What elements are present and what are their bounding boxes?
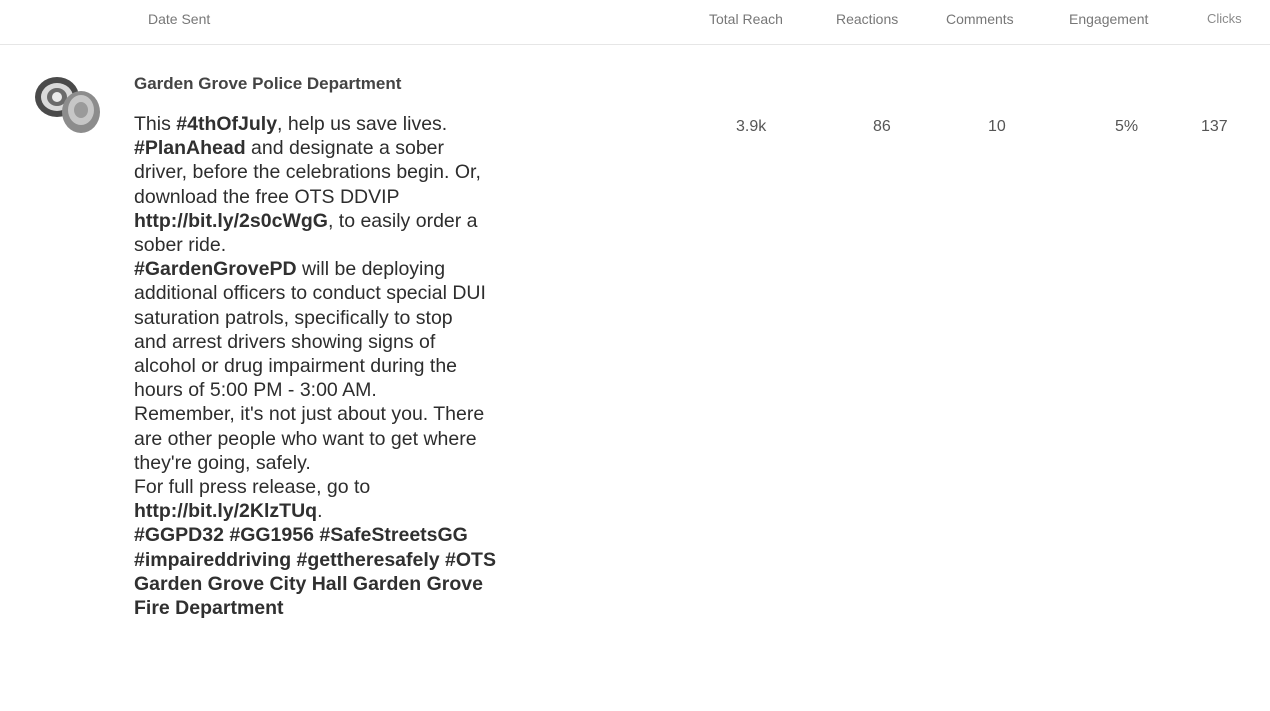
post-text-line: Fire Department <box>134 596 584 620</box>
post-text-line: are other people who want to get where <box>134 427 584 451</box>
post-text-segment: For full press release, go to <box>134 476 371 499</box>
post-text-segment: and designate a sober <box>245 137 445 160</box>
post-text-segment: are other people who want to get where <box>134 427 477 450</box>
post-text-line: #PlanAhead and designate a sober <box>134 136 584 160</box>
post-text-segment: alcohol or drug impairment during the <box>134 355 458 378</box>
post-text-segment: driver, before the celebrations begin. O… <box>134 161 481 184</box>
post-text-segment: sober ride. <box>134 234 227 257</box>
post-text-line: Garden Grove City Hall Garden Grove <box>134 572 584 596</box>
post-text: This #4thOfJuly, help us save lives. #Pla… <box>134 112 584 620</box>
post-text-line: driver, before the celebrations begin. O… <box>134 160 584 184</box>
post-highlight[interactable]: Garden Grove City Hall Garden Grove <box>134 573 483 595</box>
post-highlight[interactable]: #PlanAhead <box>134 137 246 159</box>
post-text-line: #GGPD32 #GG1956 #SafeStreetsGG <box>134 523 584 547</box>
metric-reactions: 86 <box>873 118 891 135</box>
post-text-segment: will be deploying <box>296 258 446 281</box>
post-highlight[interactable]: Fire Department <box>134 597 284 619</box>
metric-clicks: 137 <box>1201 118 1228 135</box>
post-text-segment: , to easily order a <box>327 209 478 232</box>
column-header-comments[interactable]: Comments <box>946 11 1014 27</box>
avatar[interactable] <box>33 72 103 134</box>
post-text-segment: , help us save lives. <box>277 113 448 135</box>
post-highlight[interactable]: http://bit.ly/2KlzTUq <box>134 500 317 522</box>
post-highlight[interactable]: #GGPD32 #GG1956 #SafeStreetsGG <box>134 524 468 546</box>
column-header-reactions[interactable]: Reactions <box>836 11 898 27</box>
post-text-line: saturation patrols, specifically to stop <box>134 306 584 330</box>
post-text-segment: hours of 5:00 PM - 3:00 AM. <box>134 379 377 402</box>
post-text-line: download the free OTS DDVIP <box>134 185 584 209</box>
post-text-line: http://bit.ly/2s0cWgG, to easily order a <box>134 209 584 233</box>
metric-comments: 10 <box>988 118 1006 135</box>
post-text-line: alcohol or drug impairment during the <box>134 354 584 378</box>
police-badge-icon <box>35 77 100 133</box>
post-text-line: Remember, it's not just about you. There <box>134 402 584 426</box>
post-text-line: and arrest drivers showing signs of <box>134 330 584 354</box>
post-text-segment: saturation patrols, specifically to stop <box>134 306 453 329</box>
post-text-line: #GardenGrovePD will be deploying <box>134 257 584 281</box>
column-header-date-sent[interactable]: Date Sent <box>148 11 210 27</box>
metric-total-reach: 3.9k <box>736 118 767 135</box>
column-header-engagement[interactable]: Engagement <box>1069 11 1148 27</box>
table-row[interactable]: Garden Grove Police Department This #4th… <box>0 44 1270 711</box>
column-header-clicks[interactable]: Clicks <box>1207 11 1242 26</box>
post-highlight[interactable]: #impaireddriving #gettheresafely #OTS <box>134 549 496 571</box>
page-name[interactable]: Garden Grove Police Department <box>134 74 401 94</box>
metric-engagement: 5% <box>1115 118 1139 135</box>
post-text-line: For full press release, go to <box>134 475 584 499</box>
post-text-line: #impaireddriving #gettheresafely #OTS <box>134 548 584 572</box>
post-text-segment: they're going, safely. <box>134 451 311 474</box>
post-text-segment: and arrest drivers showing signs of <box>134 330 436 353</box>
post-text-segment: . <box>317 500 323 523</box>
post-text-line: they're going, safely. <box>134 451 584 475</box>
post-text-segment: additional officers to conduct special D… <box>134 282 486 305</box>
post-text-line: sober ride. <box>134 233 584 257</box>
post-highlight[interactable]: #4thOfJuly <box>176 113 277 135</box>
post-text-segment: This <box>134 113 177 135</box>
post-text-line: This #4thOfJuly, help us save lives. <box>134 112 584 136</box>
post-text-line: hours of 5:00 PM - 3:00 AM. <box>134 378 584 402</box>
post-text-segment: Remember, it's not just about you. There <box>134 403 485 426</box>
post-text-line: additional officers to conduct special D… <box>134 281 584 305</box>
post-text-line: http://bit.ly/2KlzTUq. <box>134 499 584 523</box>
column-header-total-reach[interactable]: Total Reach <box>709 11 783 27</box>
post-highlight[interactable]: http://bit.ly/2s0cWgG <box>134 210 328 232</box>
table-header: Date Sent Total Reach Reactions Comments… <box>0 0 1270 45</box>
post-highlight[interactable]: #GardenGrovePD <box>134 258 297 280</box>
post-text-segment: download the free OTS DDVIP <box>134 185 400 208</box>
